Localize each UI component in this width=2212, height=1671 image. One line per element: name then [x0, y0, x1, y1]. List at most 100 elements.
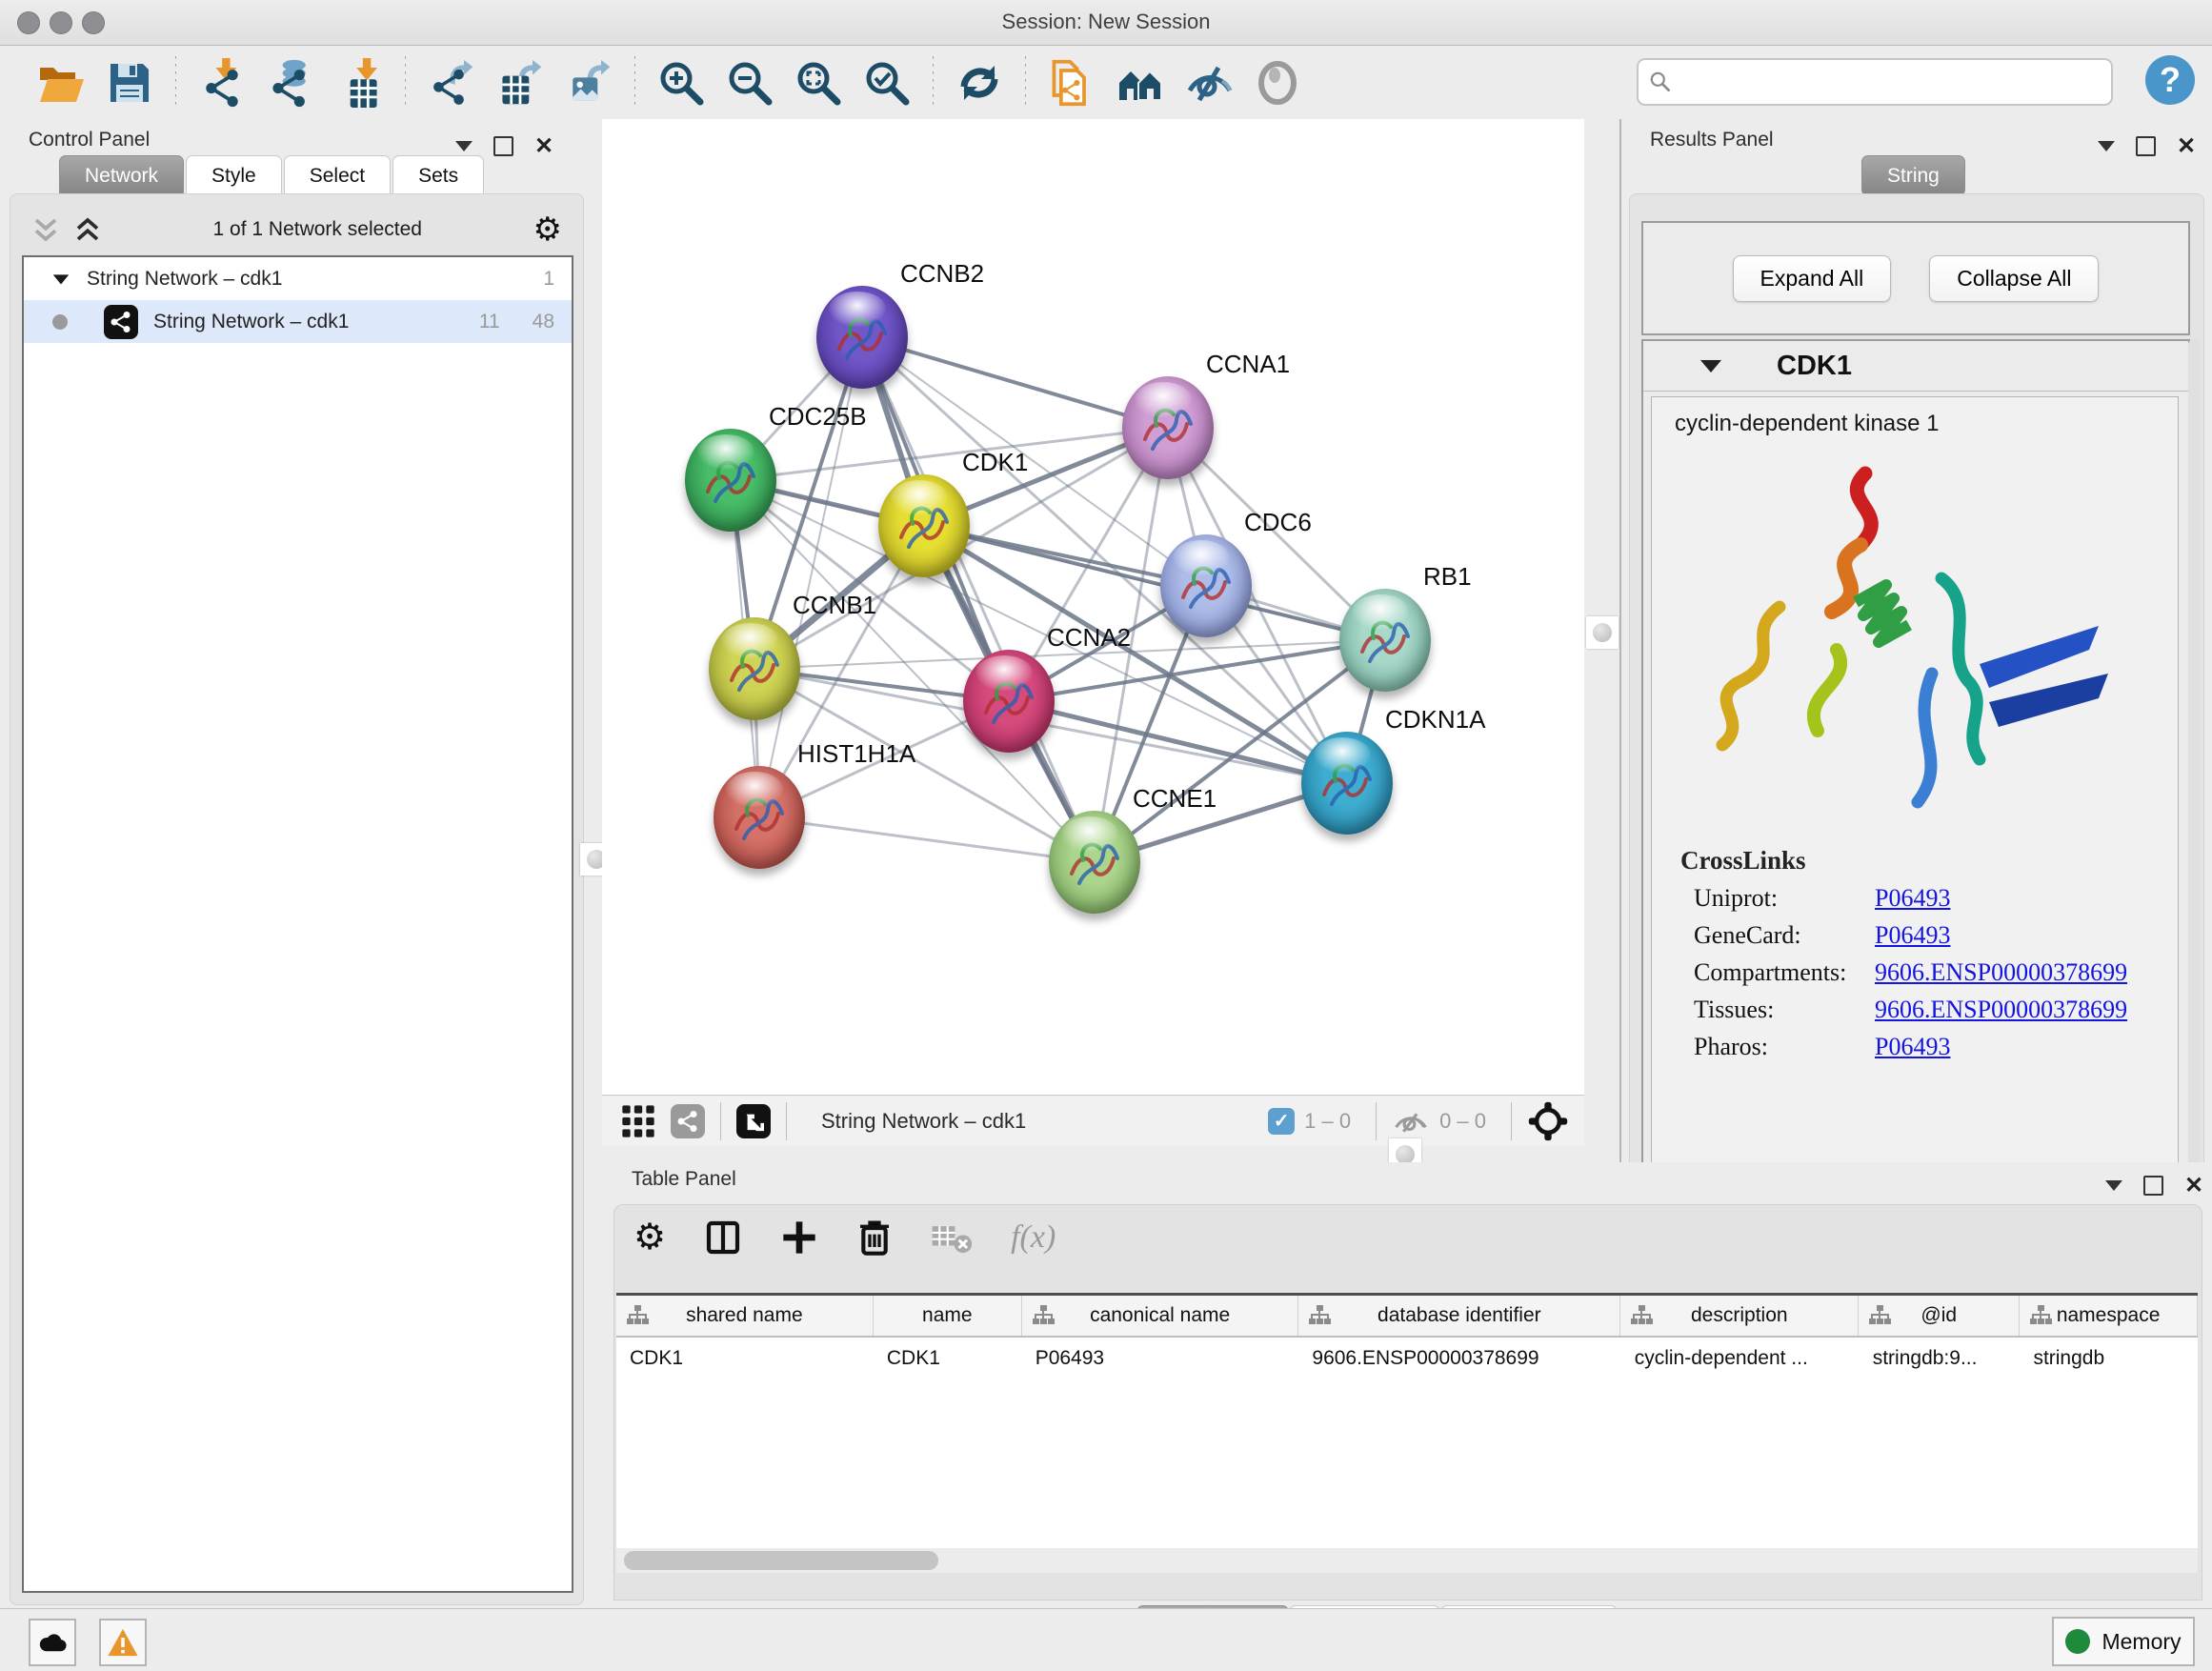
- tab-select[interactable]: Select: [284, 155, 391, 196]
- column-header-description[interactable]: description: [1620, 1296, 1859, 1336]
- node-CCNB1[interactable]: [709, 617, 800, 720]
- column-header-namespace[interactable]: namespace: [2020, 1296, 2198, 1336]
- tab-sets[interactable]: Sets: [392, 155, 484, 196]
- collapse-all-button[interactable]: Collapse All: [1929, 255, 2099, 302]
- node-CCNB2[interactable]: [816, 286, 908, 389]
- tab-style[interactable]: Style: [186, 155, 282, 196]
- apply-layout-icon[interactable]: [955, 58, 1004, 108]
- node-CDKN1A[interactable]: [1301, 732, 1393, 835]
- hide-glyphs-icon[interactable]: [1184, 58, 1234, 108]
- network-grid-view-icon[interactable]: [619, 1102, 657, 1140]
- string-houses-icon[interactable]: [1116, 58, 1165, 108]
- column-header-shared-name[interactable]: shared name: [616, 1296, 874, 1336]
- edge-CCNB2-CCNA1[interactable]: [862, 337, 1168, 428]
- cloud-icon: [36, 1630, 69, 1655]
- table-hscrollbar-thumb[interactable]: [624, 1551, 938, 1570]
- column-label: shared name: [686, 1304, 803, 1327]
- crosslink-link[interactable]: P06493: [1875, 921, 1950, 950]
- open-session-icon[interactable]: [36, 58, 86, 108]
- maximize-panel-icon[interactable]: [493, 136, 513, 156]
- table-cell[interactable]: CDK1: [616, 1338, 874, 1379]
- warnings-button[interactable]: [99, 1619, 147, 1666]
- node-label-CDC6: CDC6: [1244, 508, 1312, 537]
- import-table-icon[interactable]: [334, 58, 384, 108]
- zoom-out-icon[interactable]: [725, 58, 774, 108]
- table-row[interactable]: CDK1CDK1P064939606.ENSP00000378699cyclin…: [616, 1338, 2198, 1379]
- table-options-gear-icon[interactable]: ⚙: [633, 1221, 666, 1254]
- selected-checkbox-icon[interactable]: ✓: [1268, 1108, 1295, 1135]
- close-panel-icon[interactable]: ✕: [2184, 1178, 2203, 1194]
- crosslink-link[interactable]: P06493: [1875, 1033, 1950, 1061]
- node-CDC25B[interactable]: [685, 429, 776, 532]
- maximize-panel-icon[interactable]: [2143, 1176, 2163, 1196]
- zoom-selected-icon[interactable]: [862, 58, 912, 108]
- network-canvas[interactable]: CCNB2CCNA1CDC25BCDK1CDC6RB1CCNB1CCNA2HIS…: [602, 119, 1584, 1095]
- network-view-badge-icon[interactable]: [671, 1104, 705, 1138]
- close-panel-icon[interactable]: ✕: [2177, 138, 2196, 154]
- table-cell[interactable]: cyclin-dependent ...: [1621, 1338, 1860, 1379]
- control-splitter[interactable]: [592, 119, 602, 1608]
- import-network-database-icon[interactable]: [266, 58, 315, 108]
- cloud-status-button[interactable]: [29, 1619, 76, 1666]
- results-splitter-handle[interactable]: [1586, 616, 1619, 649]
- expand-all-button[interactable]: Expand All: [1733, 255, 1892, 302]
- table-cell[interactable]: stringdb: [2020, 1338, 2198, 1379]
- tab-string[interactable]: String: [1861, 155, 1965, 196]
- crosslink-link[interactable]: 9606.ENSP00000378699: [1875, 958, 2127, 987]
- crosslink-link[interactable]: P06493: [1875, 884, 1950, 913]
- export-table-icon[interactable]: [495, 58, 545, 108]
- help-icon[interactable]: ?: [2145, 55, 2195, 105]
- gene-expander-icon[interactable]: [1700, 360, 1721, 372]
- birdseye-view-icon[interactable]: [736, 1104, 771, 1138]
- table-cell[interactable]: CDK1: [874, 1338, 1022, 1379]
- crosslink-link[interactable]: 9606.ENSP00000378699: [1875, 996, 2127, 1024]
- column-header--id[interactable]: @id: [1859, 1296, 2020, 1336]
- import-network-file-icon[interactable]: [197, 58, 247, 108]
- node-CDC6[interactable]: [1160, 534, 1252, 637]
- zoom-in-icon[interactable]: [656, 58, 706, 108]
- network-row[interactable]: String Network – cdk1 11 48: [24, 300, 572, 343]
- table-cell[interactable]: stringdb:9...: [1860, 1338, 2021, 1379]
- export-network-icon[interactable]: [427, 58, 476, 108]
- zoom-fit-icon[interactable]: [794, 58, 843, 108]
- fit-selected-crosshair-icon[interactable]: [1527, 1100, 1569, 1142]
- table-cell[interactable]: 9606.ENSP00000378699: [1298, 1338, 1620, 1379]
- export-image-icon[interactable]: [564, 58, 613, 108]
- show-glyphs-icon[interactable]: [1253, 58, 1302, 108]
- node-RB1[interactable]: [1339, 589, 1431, 692]
- delete-column-icon[interactable]: [856, 1218, 893, 1257]
- network-options-gear-icon[interactable]: ⚙: [533, 213, 562, 246]
- network-collection-row[interactable]: String Network – cdk1 1: [24, 257, 572, 300]
- table-cell[interactable]: P06493: [1022, 1338, 1299, 1379]
- results-splitter[interactable]: [1584, 119, 1619, 1095]
- column-header-canonical-name[interactable]: canonical name: [1022, 1296, 1299, 1336]
- node-CCNE1[interactable]: [1049, 811, 1140, 914]
- close-panel-icon[interactable]: ✕: [534, 138, 553, 154]
- float-panel-icon[interactable]: [2098, 141, 2115, 151]
- add-column-icon[interactable]: [780, 1218, 818, 1257]
- float-panel-icon[interactable]: [455, 141, 473, 151]
- collapse-all-icon[interactable]: [31, 215, 60, 244]
- memory-button[interactable]: Memory: [2052, 1617, 2195, 1666]
- collection-expander-icon[interactable]: [50, 269, 71, 290]
- tab-network[interactable]: Network: [59, 155, 184, 196]
- float-panel-icon[interactable]: [2105, 1180, 2122, 1191]
- node-HIST1H1A[interactable]: [714, 766, 805, 869]
- show-columns-icon[interactable]: [704, 1218, 742, 1257]
- search-input[interactable]: [1673, 64, 2111, 100]
- maximize-panel-icon[interactable]: [2136, 136, 2156, 156]
- search-field[interactable]: [1637, 58, 2113, 106]
- results-scrollbar[interactable]: [2188, 339, 2200, 1238]
- node-CCNA1[interactable]: [1122, 376, 1214, 479]
- gene-entry-header[interactable]: CDK1: [1643, 341, 2188, 392]
- node-CCNA2[interactable]: [963, 650, 1055, 753]
- column-header-name[interactable]: name: [874, 1296, 1022, 1336]
- save-session-icon[interactable]: [105, 58, 154, 108]
- table-hscrollbar[interactable]: [616, 1548, 2198, 1573]
- edge-CCNE1-HIST1H1A[interactable]: [759, 817, 1095, 862]
- column-header-database-identifier[interactable]: database identifier: [1298, 1296, 1620, 1336]
- node-CDK1[interactable]: [878, 474, 970, 577]
- string-document-share-icon[interactable]: [1047, 58, 1096, 108]
- edge-CCNE1-CCNB2[interactable]: [862, 337, 1095, 862]
- expand-all-icon[interactable]: [73, 215, 102, 244]
